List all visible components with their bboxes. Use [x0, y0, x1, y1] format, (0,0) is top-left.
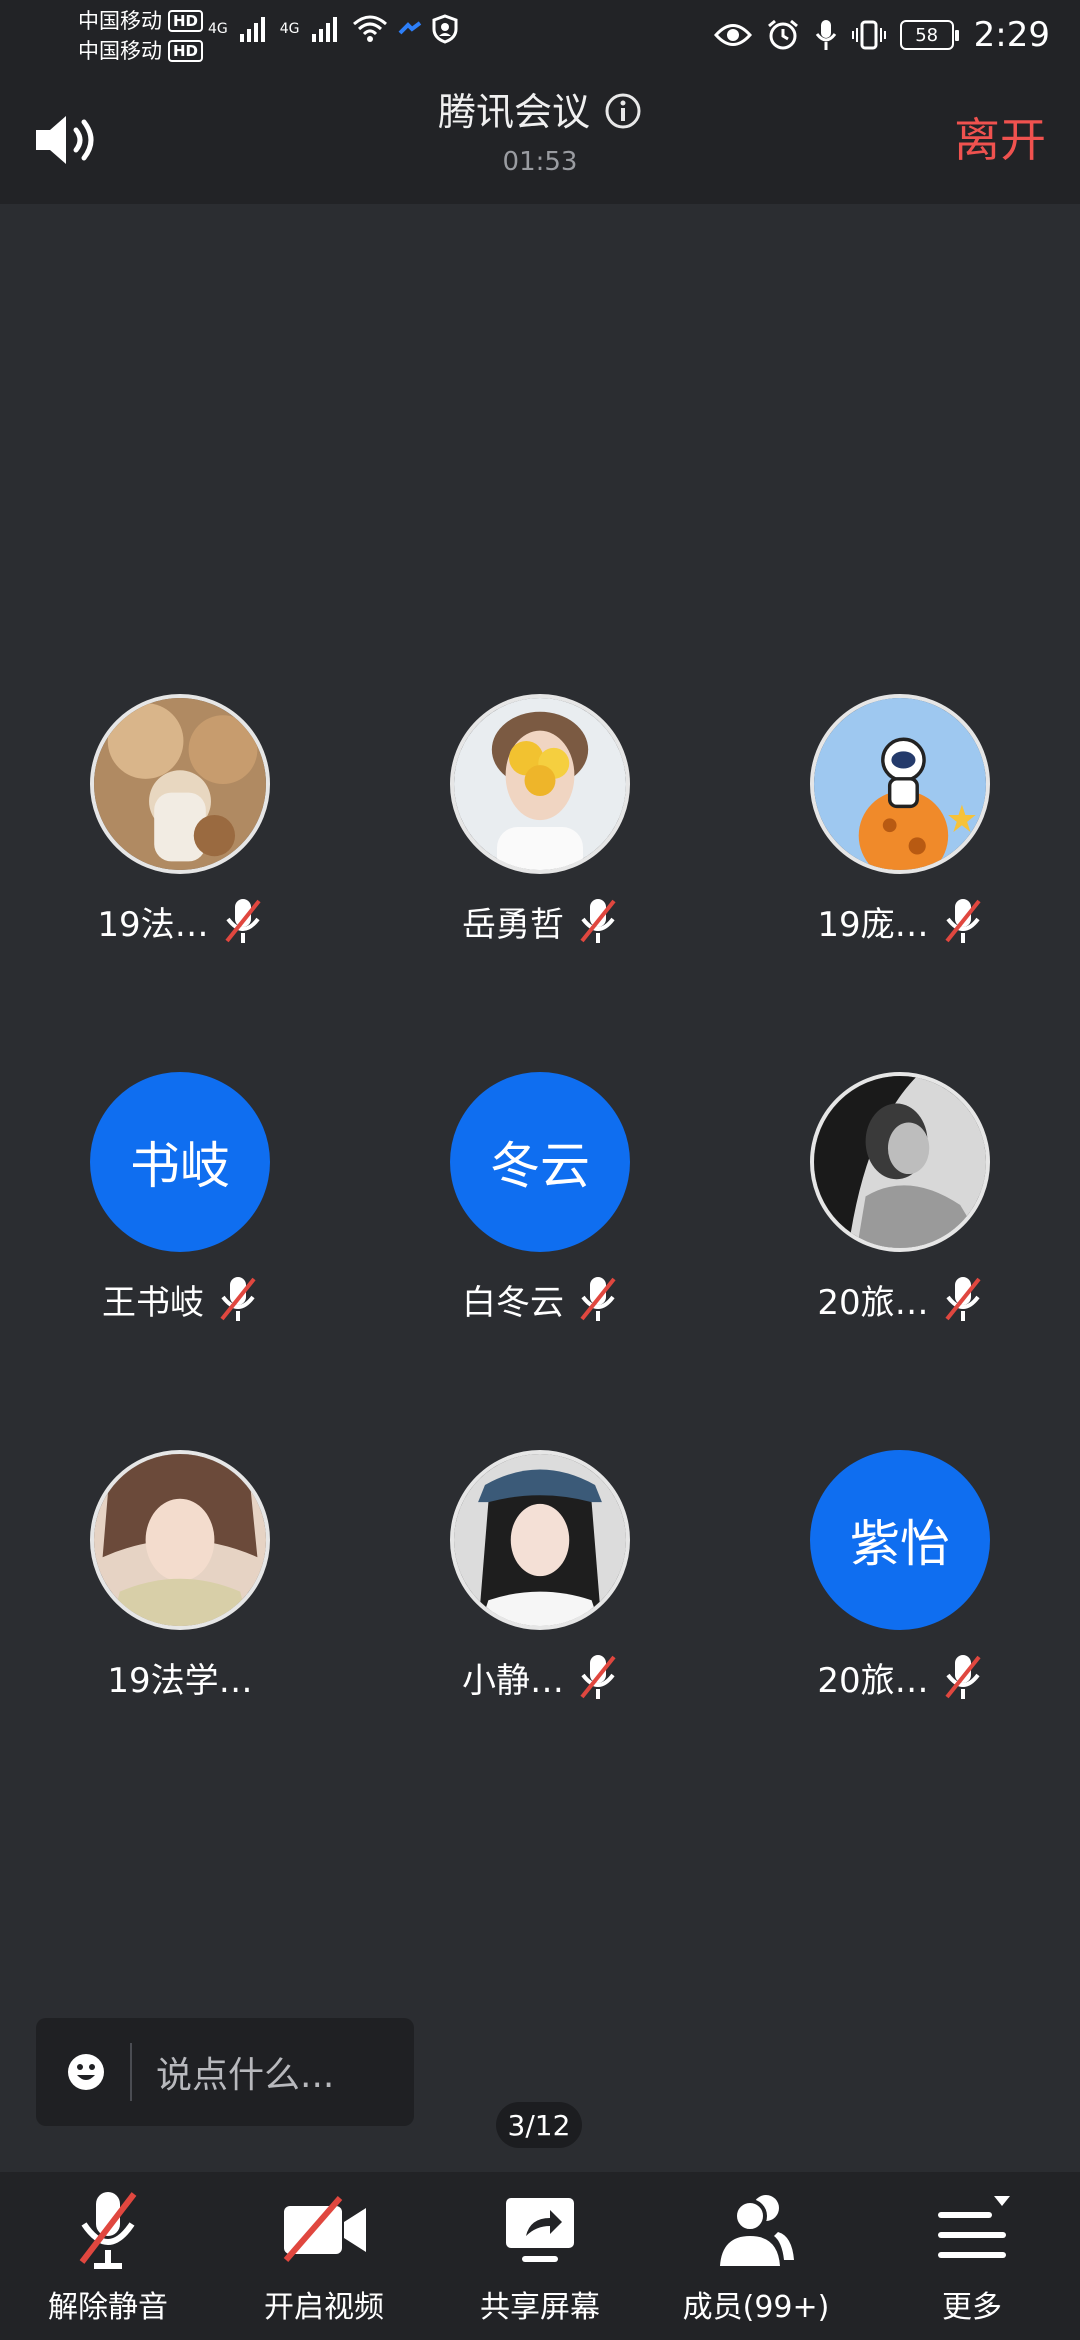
meeting-timer: 01:53 — [502, 147, 578, 177]
title-area: 腾讯会议 01:53 — [0, 86, 1080, 180]
share-screen-icon — [506, 2198, 574, 2262]
alarm-icon — [767, 19, 798, 50]
participant-name: 19法学… — [107, 1660, 253, 1701]
avatar — [450, 694, 630, 874]
emoji-icon[interactable] — [66, 2052, 106, 2092]
carrier-name-1: 中国移动 — [78, 9, 162, 33]
participant-name: 王书岐 — [102, 1282, 204, 1323]
chat-input[interactable]: 说点什么... — [36, 2018, 414, 2126]
members-button[interactable]: 成员(99+) — [648, 2172, 864, 2340]
sync-icon — [398, 21, 421, 35]
mic-muted-icon — [79, 2192, 137, 2269]
participant-tile[interactable]: 19法… — [0, 690, 360, 990]
more-label: 更多 — [942, 2290, 1002, 2325]
participant-tile[interactable]: 书岐 王书岐 — [0, 1068, 360, 1368]
share-screen-label: 共享屏幕 — [480, 2290, 600, 2325]
avatar — [810, 1072, 990, 1252]
start-video-button[interactable]: 开启视频 — [216, 2172, 432, 2340]
signal-icon — [239, 17, 265, 42]
avatar — [810, 694, 990, 874]
participant-tile[interactable]: 20旅… — [720, 1068, 1080, 1368]
participant-name: 20旅… — [817, 1660, 929, 1701]
microphone-icon — [815, 20, 836, 50]
participant-tile[interactable]: 冬云 白冬云 — [360, 1068, 720, 1368]
participant-tile[interactable]: 19庞… — [720, 690, 1080, 990]
bottom-toolbar: 解除静音 开启视频 共享屏幕 成员(99+) 更多 — [0, 2172, 1080, 2340]
members-label: 成员(99+) — [682, 2290, 830, 2325]
carrier-info: 中国移动 HD 中国移动 HD — [78, 6, 204, 66]
info-icon[interactable] — [604, 92, 642, 130]
avatar: 书岐 — [90, 1072, 270, 1252]
participant-tile[interactable]: 小静… — [360, 1446, 720, 1746]
start-video-label: 开启视频 — [264, 2290, 384, 2325]
network-icons: 4G 4G — [208, 14, 458, 44]
participant-tile[interactable]: 紫怡 20旅… — [720, 1446, 1080, 1746]
vibrate-icon — [851, 20, 886, 50]
divider — [130, 2043, 132, 2101]
mic-muted-icon — [580, 1277, 616, 1321]
avatar: 紫怡 — [810, 1450, 990, 1630]
menu-icon — [938, 2196, 1010, 2258]
meeting-screen: 中国移动 HD 中国移动 HD 4G 4G 58 2:29 腾讯会议 01:53… — [0, 0, 1080, 2340]
eye-icon — [713, 24, 752, 46]
meeting-title-row[interactable]: 腾讯会议 — [0, 86, 1080, 138]
avatar: 冬云 — [450, 1072, 630, 1252]
status-right: 58 2:29 — [713, 10, 1050, 60]
participant-tile[interactable]: 岳勇哲 — [360, 690, 720, 990]
participant-name: 19庞… — [817, 904, 929, 945]
meeting-header: 腾讯会议 01:53 离开 — [0, 72, 1080, 204]
hd-badge: HD — [168, 40, 204, 62]
signal-icon — [311, 17, 337, 42]
mic-muted-icon — [580, 1655, 616, 1699]
avatar — [450, 1450, 630, 1630]
mic-muted-icon — [220, 1277, 256, 1321]
participant-name: 岳勇哲 — [462, 904, 564, 945]
mic-muted-icon — [945, 1277, 981, 1321]
network-type: 4G — [279, 21, 300, 37]
mic-muted-icon — [945, 899, 981, 943]
mic-muted-icon — [225, 899, 261, 943]
participant-name: 白冬云 — [462, 1282, 564, 1323]
participant-name: 19法… — [97, 904, 209, 945]
share-screen-button[interactable]: 共享屏幕 — [432, 2172, 648, 2340]
unmute-button[interactable]: 解除静音 — [0, 2172, 216, 2340]
leave-button[interactable]: 离开 — [954, 110, 1046, 170]
more-button[interactable]: 更多 — [864, 2172, 1080, 2340]
network-type: 4G — [208, 21, 228, 37]
chat-placeholder: 说点什么... — [156, 2055, 335, 2096]
participant-name: 20旅… — [817, 1282, 929, 1323]
unmute-label: 解除静音 — [48, 2290, 168, 2325]
participant-tile[interactable]: 19法学… — [0, 1446, 360, 1746]
avatar — [90, 1450, 270, 1630]
shield-icon — [432, 14, 458, 44]
mic-muted-icon — [945, 1655, 981, 1699]
battery-indicator: 58 — [899, 20, 959, 50]
wifi-icon — [352, 15, 387, 42]
participant-name: 小静… — [462, 1660, 564, 1701]
clock: 2:29 — [973, 15, 1050, 55]
mic-muted-icon — [580, 899, 616, 943]
page-indicator: 3/12 — [496, 2102, 582, 2148]
video-off-icon — [283, 2196, 366, 2262]
avatar — [90, 694, 270, 874]
hd-badge: HD — [168, 10, 204, 32]
carrier-name-2: 中国移动 — [78, 39, 162, 63]
members-icon — [720, 2195, 794, 2266]
meeting-title: 腾讯会议 — [437, 90, 590, 134]
status-bar: 中国移动 HD 中国移动 HD 4G 4G 58 2:29 — [0, 0, 1080, 72]
